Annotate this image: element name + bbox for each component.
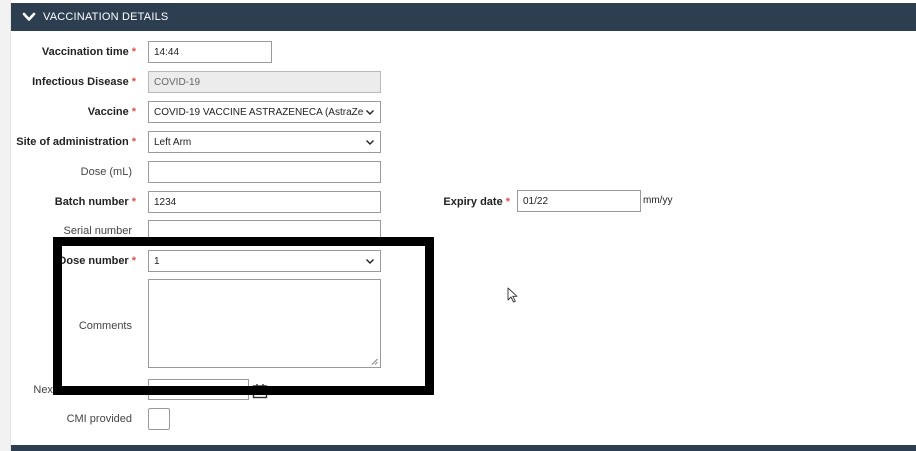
next-section-header[interactable] xyxy=(11,445,916,451)
mouse-pointer-icon xyxy=(507,287,518,303)
site-of-administration-label: Site of administration * xyxy=(16,136,136,148)
expiry-date-input[interactable]: 01/22 xyxy=(517,190,641,212)
section-title: VACCINATION DETAILS xyxy=(43,11,169,23)
site-of-administration-value: Left Arm xyxy=(154,136,192,148)
expiry-date-label: Expiry date * xyxy=(443,196,510,208)
calendar-icon[interactable] xyxy=(252,383,268,399)
vaccination-time-input[interactable]: 14:44 xyxy=(148,41,272,63)
dose-number-label: Dose number * xyxy=(58,255,136,267)
dose-number-value: 1 xyxy=(154,255,160,267)
comments-label: Comments xyxy=(78,320,132,332)
serial-number-input[interactable] xyxy=(148,220,381,242)
cmi-provided-label: CMI provided xyxy=(66,413,132,425)
chevron-down-icon xyxy=(366,140,374,145)
dose-number-select[interactable]: 1 xyxy=(148,250,381,272)
next-date-input[interactable] xyxy=(148,379,249,400)
vaccine-select-value: COVID-19 VACCINE ASTRAZENECA (AstraZenec… xyxy=(154,106,364,118)
serial-number-label: Serial number xyxy=(63,225,132,237)
batch-number-input[interactable]: 1234 xyxy=(148,191,381,213)
batch-number-label: Batch number * xyxy=(54,196,136,208)
chevron-down-icon xyxy=(366,110,374,115)
chevron-down-icon xyxy=(366,259,374,264)
next-label: Next xyxy=(33,384,56,396)
expiry-date-unit: mm/yy xyxy=(643,195,673,206)
dose-label: Dose (mL) xyxy=(80,166,132,178)
cmi-provided-checkbox[interactable] xyxy=(148,408,170,430)
vaccine-select[interactable]: COVID-19 VACCINE ASTRAZENECA (AstraZenec… xyxy=(148,101,381,123)
section-header-vaccination-details[interactable]: VACCINATION DETAILS xyxy=(11,3,916,31)
vaccination-time-label: Vaccination time * xyxy=(41,46,136,58)
dose-input[interactable] xyxy=(148,161,381,183)
comments-textarea[interactable] xyxy=(148,279,381,368)
chevron-down-icon xyxy=(22,12,36,21)
vaccine-label: Vaccine * xyxy=(87,106,136,118)
resize-grip-icon[interactable] xyxy=(371,358,378,365)
infectious-disease-input: COVID-19 xyxy=(148,71,381,93)
infectious-disease-label: Infectious Disease * xyxy=(32,76,136,88)
site-of-administration-select[interactable]: Left Arm xyxy=(148,131,381,153)
